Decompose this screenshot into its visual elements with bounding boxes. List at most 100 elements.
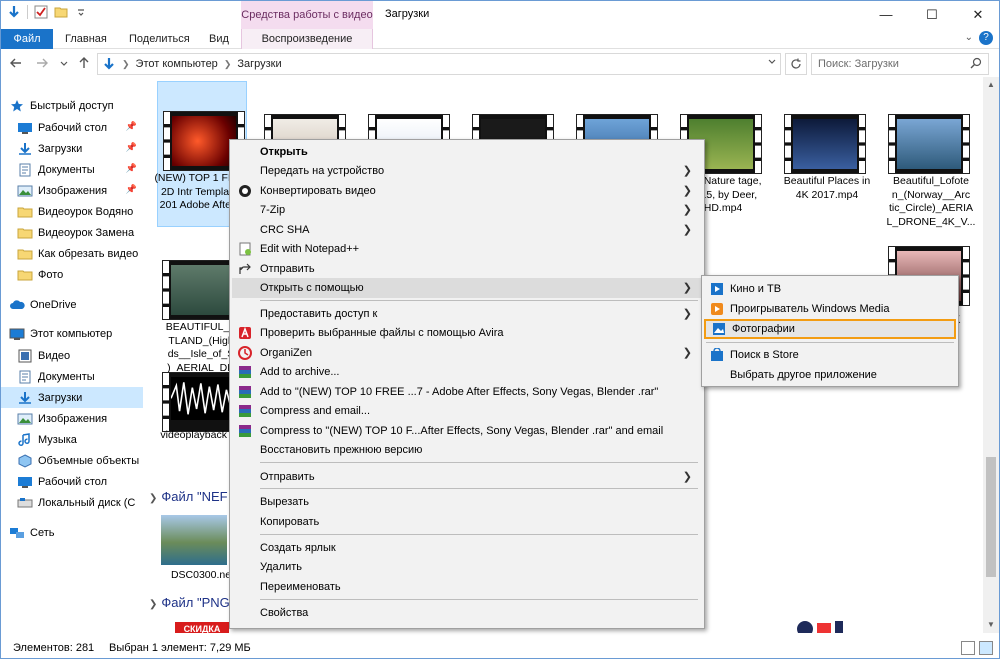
tab-home[interactable]: Главная — [55, 29, 117, 49]
sidebar-item-downloads[interactable]: Загрузки 📌 — [17, 138, 141, 159]
menu-item-open-with[interactable]: Открыть с помощью ❯ — [232, 278, 702, 298]
qat-dropdown-icon[interactable] — [74, 5, 88, 19]
breadcrumb-this-pc[interactable]: Этот компьютер — [136, 58, 218, 70]
menu-item-cast-to-device[interactable]: Передать на устройство ❯ — [232, 161, 702, 181]
nav-onedrive[interactable]: OneDrive — [9, 294, 151, 315]
menu-item-add-to-rar[interactable]: Add to "(NEW) TOP 10 FREE ...7 - Adobe A… — [232, 382, 702, 402]
scroll-down-icon[interactable]: ▼ — [983, 617, 999, 633]
file-item[interactable]: Beautiful Places in 4K 2017.mp4 — [779, 81, 870, 221]
sidebar-item-documents[interactable]: Документы — [17, 366, 141, 387]
menu-item-7zip[interactable]: 7-Zip ❯ — [232, 200, 702, 220]
breadcrumb-separator-icon[interactable]: ❯ — [224, 59, 232, 70]
menu-item-rename[interactable]: Переименовать — [232, 577, 702, 597]
back-icon[interactable] — [9, 56, 23, 70]
tab-playback[interactable]: Воспроизведение — [241, 29, 373, 49]
sale-badge-thumbnail[interactable]: СКИДКА 30% — [175, 622, 229, 633]
menu-separator — [260, 488, 698, 489]
new-folder-icon[interactable] — [54, 5, 68, 19]
waveform-icon — [171, 377, 235, 420]
tab-file[interactable]: Файл — [1, 29, 53, 49]
sidebar-item-pictures[interactable]: Изображения — [17, 408, 141, 429]
sidebar-item-pictures[interactable]: Изображения 📌 — [17, 180, 141, 201]
address-dropdown-icon[interactable] — [767, 57, 777, 67]
help-icon[interactable]: ? — [979, 31, 993, 45]
group-header-png[interactable]: ❯ Файл "PNG — [149, 595, 230, 610]
recent-dropdown-icon[interactable] — [59, 59, 69, 69]
pin-icon[interactable]: 📌 — [126, 184, 137, 195]
refresh-button[interactable] — [785, 53, 807, 75]
menu-item-compress-to-rar-email[interactable]: Compress to "(NEW) TOP 10 F...After Effe… — [232, 421, 702, 441]
menu-item-create-shortcut[interactable]: Создать ярлык — [232, 538, 702, 558]
close-button[interactable]: ✕ — [955, 1, 999, 29]
menu-item-crc-sha[interactable]: CRC SHA ❯ — [232, 220, 702, 240]
app-choose-other[interactable]: Выбрать другое приложение — [704, 365, 956, 385]
minimize-button[interactable]: — — [863, 1, 909, 29]
details-view-icon[interactable] — [961, 641, 975, 655]
menu-item-avira-scan[interactable]: Проверить выбранные файлы с помощью Avir… — [232, 323, 702, 343]
png-thumbnail-fragment[interactable] — [789, 617, 869, 633]
forward-icon[interactable] — [35, 56, 49, 70]
pin-icon[interactable]: 📌 — [126, 142, 137, 153]
sidebar-item-downloads-selected[interactable]: Загрузки — [1, 387, 143, 408]
vertical-scrollbar[interactable]: ▲ ▼ — [983, 77, 999, 633]
sidebar-item-folder[interactable]: Видеоурок Замена — [17, 222, 141, 243]
menu-item-convert-video[interactable]: Конвертировать видео ❯ — [232, 181, 702, 201]
sidebar-item-music[interactable]: Музыка — [17, 429, 141, 450]
ribbon-collapse-icon[interactable]: ⌄ — [965, 32, 973, 43]
app-windows-media-player[interactable]: Проигрыватель Windows Media — [704, 299, 956, 319]
menu-item-label: Копировать — [260, 516, 320, 528]
menu-item-compress-email[interactable]: Compress and email... — [232, 401, 702, 421]
menu-item-label: Edit with Notepad++ — [260, 243, 360, 255]
search-input[interactable]: Поиск: Загрузки — [811, 53, 989, 75]
submenu-arrow-icon: ❯ — [682, 224, 692, 236]
scroll-up-icon[interactable]: ▲ — [983, 77, 999, 93]
menu-item-organizen[interactable]: OrganiZen ❯ — [232, 343, 702, 363]
menu-item-open[interactable]: Открыть — [232, 142, 702, 162]
sidebar-item-local-disk[interactable]: Локальный диск (C — [17, 492, 141, 513]
sidebar-item-documents[interactable]: Документы 📌 — [17, 159, 141, 180]
menu-item-add-to-archive[interactable]: Add to archive... — [232, 362, 702, 382]
menu-item-share[interactable]: Отправить — [232, 259, 702, 279]
sidebar-item-3d-objects[interactable]: Объемные объекты — [17, 450, 141, 471]
scrollbar-thumb[interactable] — [986, 457, 996, 577]
menu-item-delete[interactable]: Удалить — [232, 557, 702, 577]
nav-quick-access[interactable]: Быстрый доступ — [9, 95, 151, 116]
tab-share[interactable]: Поделиться — [119, 29, 200, 49]
down-arrow-icon[interactable] — [7, 5, 21, 19]
desktop-icon — [18, 122, 32, 134]
menu-item-give-access[interactable]: Предоставить доступ к ❯ — [232, 304, 702, 324]
sidebar-item-label: Локальный диск (C — [38, 496, 136, 509]
app-label: Проигрыватель Windows Media — [730, 303, 890, 315]
menu-item-restore-version[interactable]: Восстановить прежнюю версию — [232, 440, 702, 460]
menu-item-send-to[interactable]: Отправить ❯ — [232, 467, 702, 487]
sidebar-item-folder[interactable]: Как обрезать видео — [17, 243, 141, 264]
properties-icon[interactable] — [34, 5, 48, 19]
app-movies-tv[interactable]: Кино и ТВ — [704, 279, 956, 299]
sidebar-item-videos[interactable]: Видео — [17, 345, 141, 366]
breadcrumb-separator-icon[interactable]: ❯ — [122, 59, 130, 70]
pin-icon[interactable]: 📌 — [126, 121, 137, 132]
breadcrumb-downloads[interactable]: Загрузки — [237, 58, 281, 70]
sidebar-item-folder[interactable]: Видеоурок Водяно — [17, 201, 141, 222]
nav-this-pc[interactable]: Этот компьютер — [9, 323, 151, 344]
folder-icon — [17, 207, 33, 217]
menu-item-cut[interactable]: Вырезать — [232, 492, 702, 512]
winrar-icon — [239, 425, 251, 437]
maximize-button[interactable]: ☐ — [909, 1, 955, 29]
app-photos[interactable]: Фотографии — [704, 319, 956, 339]
nav-network[interactable]: Сеть — [9, 522, 151, 543]
up-icon[interactable] — [77, 56, 91, 70]
tab-view[interactable]: Вид — [199, 29, 239, 49]
sidebar-item-desktop[interactable]: Рабочий стол 📌 — [17, 117, 141, 138]
app-store-search[interactable]: Поиск в Store — [704, 345, 956, 365]
address-bar[interactable]: ❯ Этот компьютер ❯ Загрузки — [97, 53, 781, 75]
large-icons-view-icon[interactable] — [979, 641, 993, 655]
file-item[interactable]: Beautiful_Lofote n_(Norway__Arc tic_Circ… — [883, 81, 975, 228]
sidebar-item-desktop[interactable]: Рабочий стол — [17, 471, 141, 492]
group-header-nef[interactable]: ❯ Файл "NEF — [149, 489, 228, 504]
menu-item-notepadpp[interactable]: Edit with Notepad++ — [232, 239, 702, 259]
menu-item-copy[interactable]: Копировать — [232, 512, 702, 532]
menu-item-properties[interactable]: Свойства — [232, 603, 702, 623]
sidebar-item-folder[interactable]: Фото — [17, 264, 141, 285]
pin-icon[interactable]: 📌 — [126, 163, 137, 174]
